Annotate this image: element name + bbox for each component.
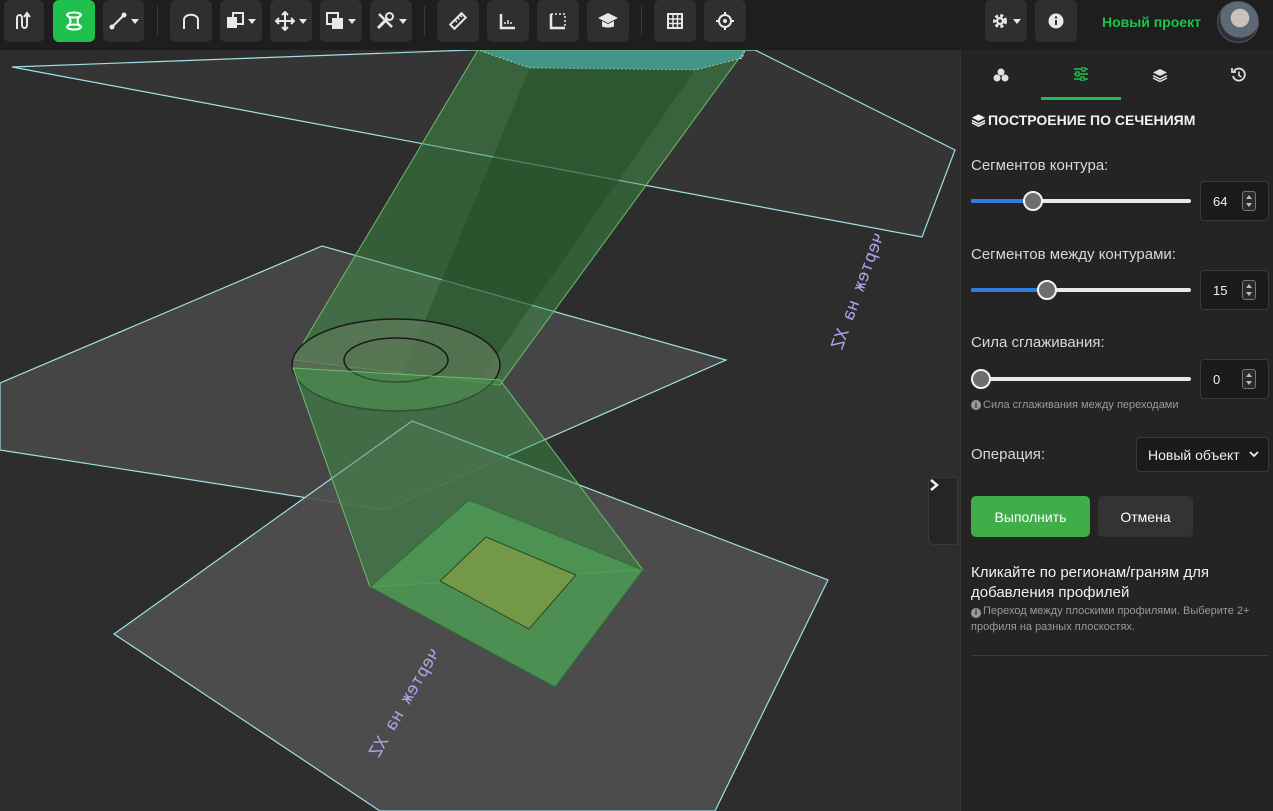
tab-parameters[interactable] (1041, 50, 1121, 100)
section-loft-icon (66, 11, 82, 31)
frame-icon (549, 13, 566, 30)
info-button[interactable] (1035, 0, 1077, 42)
operation-select[interactable]: Новый объект (1136, 437, 1269, 472)
3d-viewport[interactable]: чертеж на XZ чертеж на XZ (0, 50, 960, 811)
between-segments-input[interactable]: 15 (1200, 270, 1269, 310)
sketch-dropdown-button[interactable] (103, 0, 144, 42)
settings-dropdown-button[interactable] (985, 0, 1027, 42)
smoothing-value: 0 (1213, 371, 1221, 387)
layers-icon (971, 114, 986, 127)
contour-segments-slider[interactable] (971, 191, 1191, 211)
chevron-down-icon (299, 18, 307, 24)
target-button[interactable] (704, 0, 746, 42)
tutorial-icon (598, 13, 618, 28)
app-window: Новый проект чертеж на XZ чертеж на XZ П… (0, 0, 1273, 811)
between-segments-label: Сегментов между контурами: (971, 246, 1176, 263)
copy-icon (326, 12, 343, 29)
arc-tool-button[interactable] (170, 0, 212, 42)
project-name[interactable]: Новый проект (1102, 14, 1201, 30)
grid-icon (667, 13, 683, 29)
help-description: i Переход между плоскими профилями. Выбер… (971, 603, 1266, 635)
contour-segments-label: Сегментов контура: (971, 157, 1109, 174)
settings-icon (993, 14, 1007, 28)
scene-canvas[interactable]: чертеж на XZ чертеж на XZ (0, 50, 960, 811)
sliders-icon (1074, 66, 1088, 81)
section-loft-button[interactable] (53, 0, 95, 42)
slider-fill (971, 288, 1047, 292)
grid-button[interactable] (654, 0, 696, 42)
dimension-icon (499, 14, 515, 30)
move-icon (275, 11, 295, 31)
info-icon (1048, 13, 1064, 29)
history-icon (1231, 67, 1246, 82)
toolbar-divider (424, 6, 425, 36)
chevron-down-icon (248, 18, 256, 24)
loft-tool-button[interactable] (4, 0, 44, 42)
measure-button[interactable] (437, 0, 479, 42)
sketch-tools-icon (109, 12, 126, 30)
tab-shapes[interactable] (961, 50, 1041, 100)
collapse-panel-button[interactable] (928, 477, 958, 545)
operation-label: Операция: (971, 446, 1046, 463)
between-segments-slider[interactable] (971, 280, 1191, 300)
stepper-icon[interactable] (1242, 191, 1256, 211)
panel-divider (971, 655, 1269, 656)
chevron-down-icon (348, 18, 356, 24)
chevron-down-icon (130, 18, 139, 24)
dimension-button[interactable] (487, 0, 529, 42)
panel-tabs (961, 50, 1273, 100)
copy-dropdown-button[interactable] (320, 0, 362, 42)
section-title: ПОСТРОЕНИЕ ПО СЕЧЕНИЯМ (971, 112, 1195, 128)
chevron-down-icon (1013, 18, 1021, 24)
arc-icon (183, 13, 199, 29)
section-title-text: ПОСТРОЕНИЕ ПО СЕЧЕНИЯМ (988, 112, 1196, 128)
cancel-button[interactable]: Отмена (1098, 496, 1193, 537)
smoothing-hint-text: Сила сглаживания между переходами (983, 399, 1179, 411)
boolean-dropdown-button[interactable] (220, 0, 262, 42)
top-toolbar: Новый проект (0, 0, 1273, 50)
tutorial-button[interactable] (587, 0, 629, 42)
slider-track (971, 377, 1191, 381)
contour-segments-value: 64 (1213, 193, 1228, 209)
slider-knob[interactable] (971, 369, 991, 389)
slider-knob[interactable] (1023, 191, 1043, 211)
toolbar-divider (157, 6, 158, 36)
stepper-icon[interactable] (1242, 369, 1256, 389)
smoothing-label: Сила сглаживания: (971, 334, 1105, 351)
between-segments-value: 15 (1213, 282, 1228, 298)
chevron-right-icon (930, 479, 939, 491)
help-description-text: Переход между плоскими профилями. Выбери… (971, 605, 1250, 633)
smoothing-slider[interactable] (971, 369, 1191, 389)
sketch-label-top: чертеж на XZ (828, 230, 889, 352)
execute-button[interactable]: Выполнить (971, 496, 1090, 537)
help-title: Кликайте по регионам/граням для добавлен… (971, 564, 1209, 601)
stepper-icon[interactable] (1242, 280, 1256, 300)
boolean-icon (227, 12, 244, 28)
loft-icon (16, 11, 31, 29)
slider-knob[interactable] (1037, 280, 1057, 300)
tab-history[interactable] (1199, 50, 1273, 100)
tools-icon (376, 12, 394, 30)
tab-layers[interactable] (1120, 50, 1200, 100)
target-icon (716, 12, 734, 30)
info-icon: i (971, 400, 981, 410)
layers-icon (1152, 69, 1168, 82)
chevron-down-icon (1249, 451, 1259, 458)
ruler-icon (448, 11, 468, 31)
frame-button[interactable] (537, 0, 579, 42)
properties-panel: ПОСТРОЕНИЕ ПО СЕЧЕНИЯМ Сегментов контура… (960, 50, 1273, 811)
chevron-down-icon (399, 18, 407, 24)
move-dropdown-button[interactable] (270, 0, 312, 42)
operation-value: Новый объект (1148, 446, 1240, 463)
contour-segments-input[interactable]: 64 (1200, 181, 1269, 221)
user-avatar[interactable] (1217, 1, 1259, 43)
info-icon: i (971, 608, 981, 618)
tools-dropdown-button[interactable] (370, 0, 412, 42)
smoothing-hint: i Сила сглаживания между переходами (971, 398, 1179, 413)
shapes-icon (993, 68, 1009, 82)
toolbar-divider (641, 6, 642, 36)
smoothing-input[interactable]: 0 (1200, 359, 1269, 399)
